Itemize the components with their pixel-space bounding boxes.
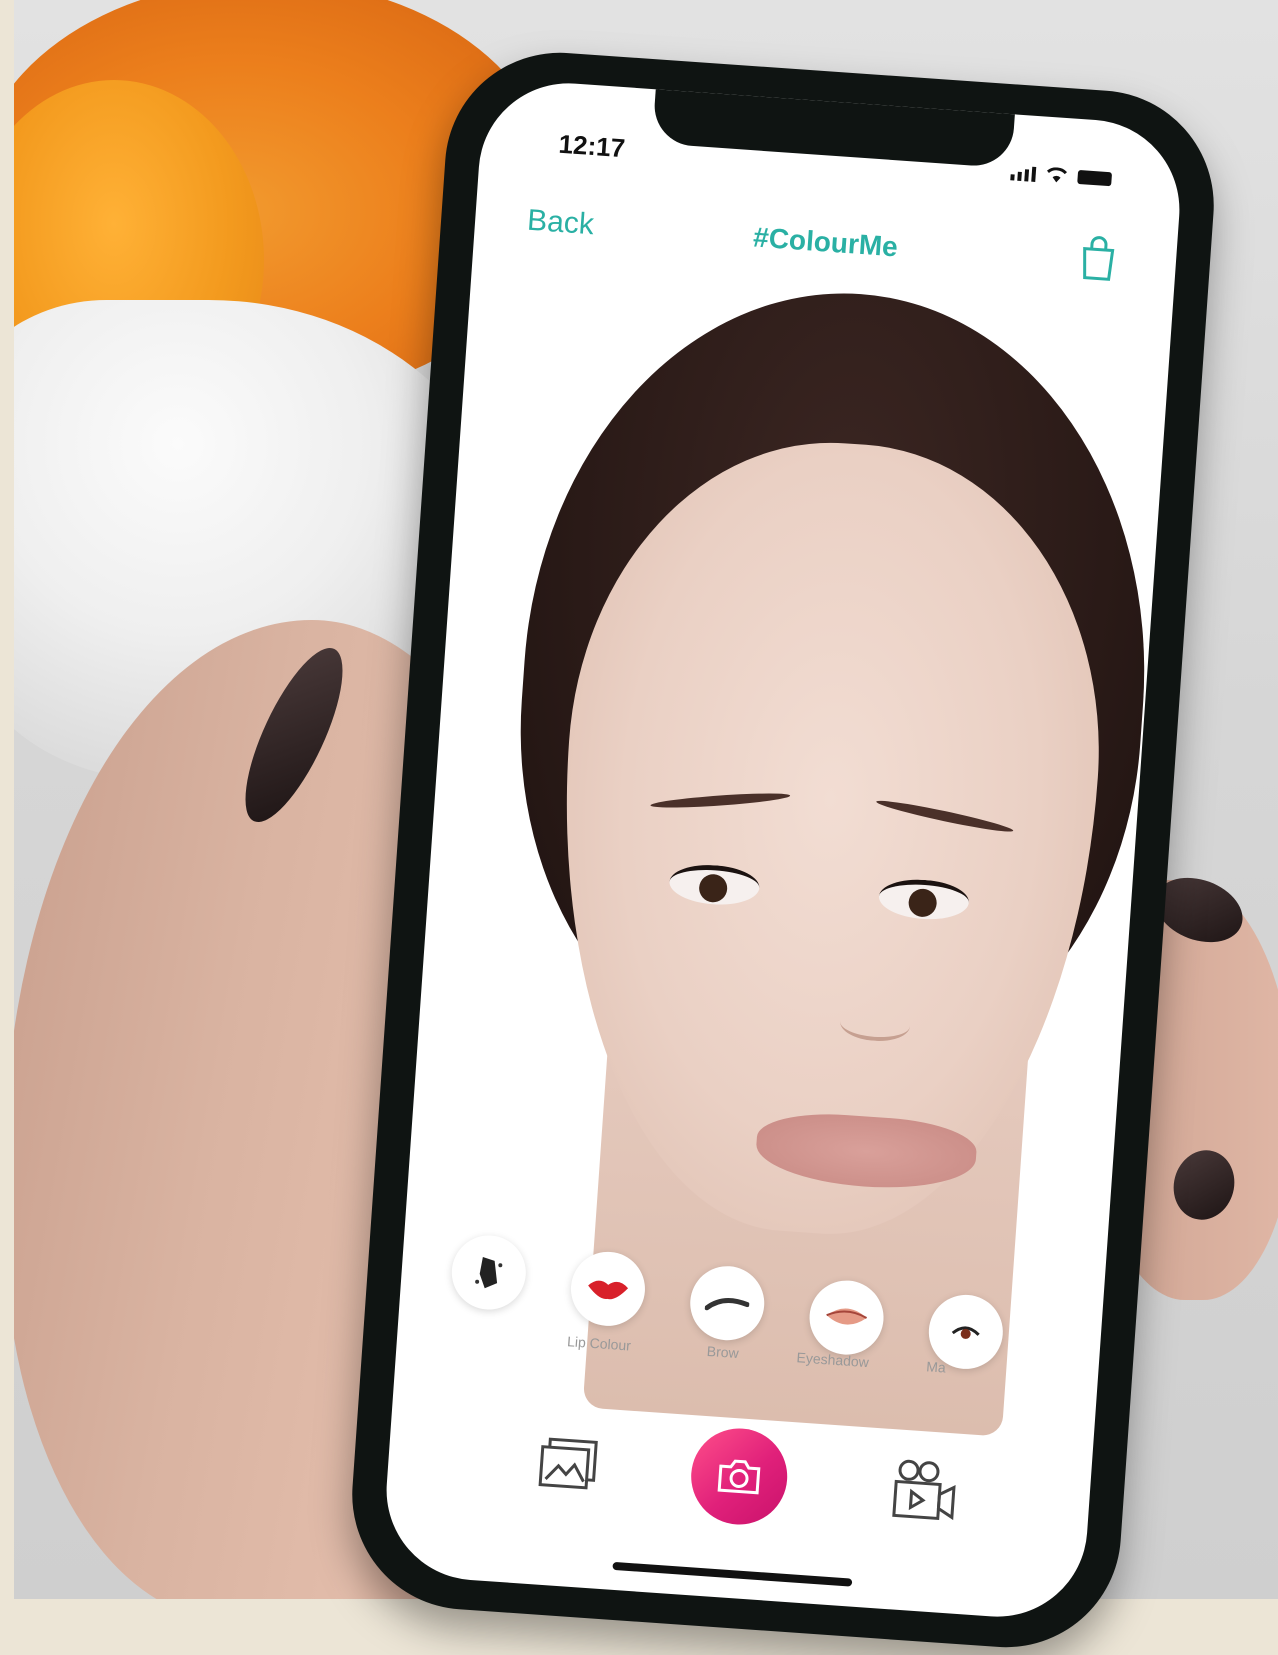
tool-label-lip-colour: Lip Colour xyxy=(566,1333,632,1354)
brow-icon xyxy=(704,1298,750,1311)
brush-icon xyxy=(475,1257,503,1289)
lips xyxy=(753,1108,979,1195)
left-eyebrow xyxy=(650,790,791,811)
wifi-icon xyxy=(1046,167,1068,183)
lips-icon xyxy=(588,1280,629,1300)
camera-icon xyxy=(717,1459,761,1495)
camera-shutter-button[interactable] xyxy=(687,1425,791,1528)
gallery-icon[interactable] xyxy=(537,1435,601,1493)
mascara-icon xyxy=(951,1326,980,1339)
smartphone: 12:17 Back #ColourMe Lip Colour Brow Eye… xyxy=(344,45,1222,1655)
nose xyxy=(838,1004,912,1044)
eyeshadow-icon xyxy=(826,1308,868,1325)
page-title: #ColourMe xyxy=(752,221,899,263)
status-icons xyxy=(1010,164,1113,187)
tool-label-brow: Brow xyxy=(706,1342,740,1362)
brow-tool-button[interactable] xyxy=(687,1263,767,1343)
signal-icon xyxy=(1010,165,1037,182)
phone-screen: 12:17 Back #ColourMe Lip Colour Brow Eye… xyxy=(380,77,1186,1623)
lip-colour-tool-button[interactable] xyxy=(568,1249,648,1329)
battery-icon xyxy=(1077,169,1113,187)
shopping-bag-icon[interactable] xyxy=(1076,234,1119,283)
left-eye xyxy=(668,862,761,908)
video-camera-icon[interactable] xyxy=(887,1457,961,1526)
status-time: 12:17 xyxy=(557,128,627,164)
eyeshadow-tool-button[interactable] xyxy=(807,1278,887,1358)
right-eyebrow xyxy=(875,796,1015,836)
tool-label-mascara: Ma xyxy=(925,1358,947,1376)
brush-tool-button[interactable] xyxy=(449,1233,529,1312)
phone-notch xyxy=(651,83,1016,169)
right-eye xyxy=(877,876,971,923)
